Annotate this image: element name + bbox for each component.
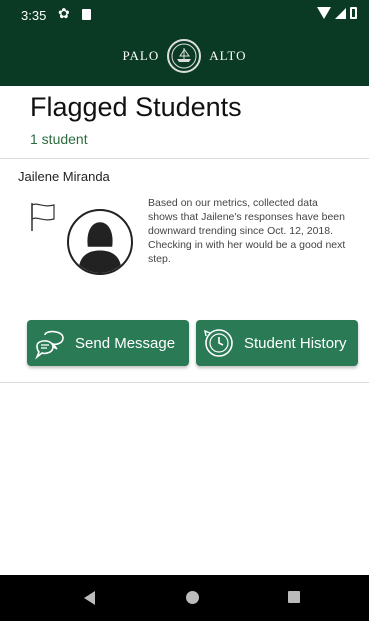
page-title: Flagged Students: [30, 92, 242, 122]
recents-icon[interactable]: [288, 591, 300, 603]
brand-logo: PALO ALTO: [0, 34, 369, 78]
app-header: 3:35 ✿ PALO ALTO: [0, 0, 369, 86]
back-icon[interactable]: [84, 591, 95, 605]
student-count: 1 student: [30, 131, 88, 147]
status-time: 3:35: [21, 8, 47, 23]
student-history-label: Student History: [244, 334, 347, 352]
sd-card-icon: [82, 9, 91, 20]
divider: [0, 158, 369, 159]
send-message-label: Send Message: [75, 334, 176, 352]
home-icon[interactable]: [186, 591, 199, 604]
student-name: Jailene Miranda: [18, 169, 110, 184]
seal-icon: [167, 39, 202, 73]
student-history-button[interactable]: Student History: [196, 320, 358, 366]
chat-bubbles-icon: [35, 330, 64, 360]
send-message-button[interactable]: Send Message: [27, 320, 189, 366]
avatar: [67, 209, 133, 275]
battery-icon: [350, 7, 357, 19]
settings-gear-icon: ✿: [58, 6, 70, 22]
brand-right: ALTO: [209, 48, 247, 63]
brand-left: PALO: [122, 48, 160, 63]
student-note: Based on our metrics, collected data sho…: [148, 197, 346, 265]
wifi-icon: [317, 7, 331, 19]
divider: [0, 382, 369, 383]
navigation-bar: [0, 575, 369, 621]
history-clock-icon: [204, 329, 233, 357]
flag-icon[interactable]: [30, 202, 56, 236]
status-bar: 3:35 ✿: [0, 0, 369, 32]
signal-icon: [335, 7, 346, 19]
